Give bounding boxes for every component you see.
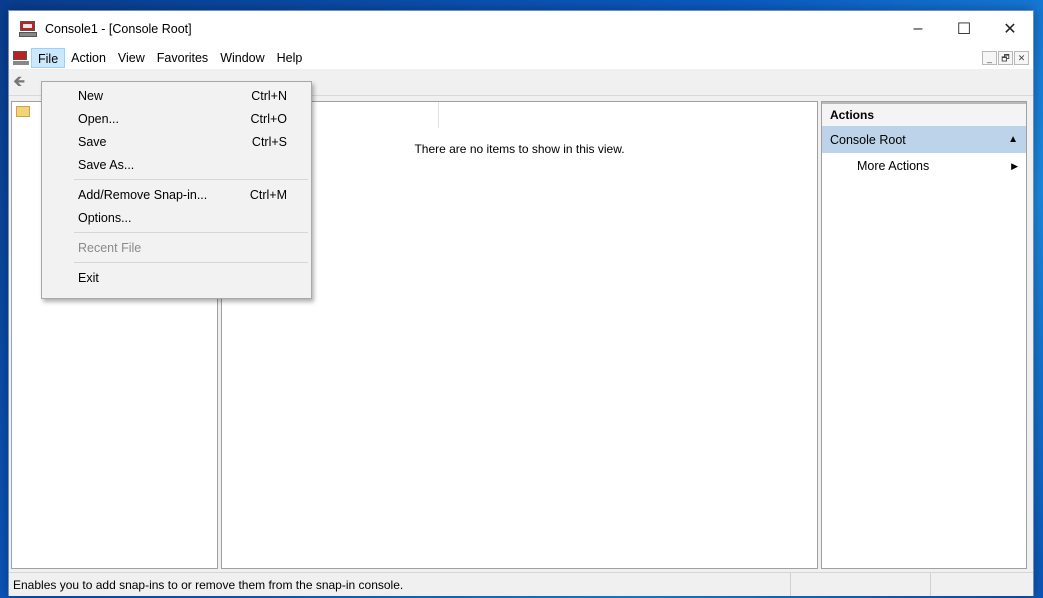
file-menu-save-as[interactable]: Save As... [42, 153, 311, 176]
menu-item-label: Save As... [78, 157, 135, 172]
close-button[interactable]: ✕ [987, 11, 1033, 47]
menu-item-shortcut: Ctrl+O [250, 111, 287, 126]
submenu-arrow-icon: ▶ [1011, 160, 1018, 171]
status-bar: Enables you to add snap-ins to or remove… [9, 572, 1033, 596]
menu-action[interactable]: Action [65, 48, 112, 68]
column-divider[interactable] [438, 102, 439, 128]
title-bar[interactable]: Console1 - [Console Root] – ☐ ✕ [9, 11, 1033, 47]
menu-separator [74, 179, 308, 180]
back-arrow-icon[interactable]: 🡸 [13, 73, 31, 91]
menu-item-label: Options... [78, 210, 132, 225]
file-menu-save[interactable]: Save Ctrl+S [42, 130, 311, 153]
actions-item-more-actions[interactable]: More Actions ▶ [822, 153, 1026, 179]
file-menu-dropdown: New Ctrl+N Open... Ctrl+O Save Ctrl+S Sa… [41, 81, 312, 299]
menu-item-label: Save [78, 134, 107, 149]
mmc-window: Console1 - [Console Root] – ☐ ✕ File Act… [8, 10, 1034, 596]
file-menu-new[interactable]: New Ctrl+N [42, 84, 311, 107]
minimize-button[interactable]: – [895, 11, 941, 47]
status-cell-3 [931, 573, 1033, 596]
menu-item-label: Add/Remove Snap-in... [78, 187, 208, 202]
child-minimize-button[interactable]: _ [982, 51, 997, 65]
folder-icon[interactable] [16, 106, 30, 117]
menu-help[interactable]: Help [271, 48, 309, 68]
menu-window[interactable]: Window [214, 48, 270, 68]
window-title: Console1 - [Console Root] [45, 22, 192, 36]
menu-favorites[interactable]: Favorites [151, 48, 214, 68]
child-window-icon[interactable] [13, 51, 29, 65]
file-menu-add-remove-snap-in[interactable]: Add/Remove Snap-in... Ctrl+M [42, 183, 311, 206]
actions-pane: Actions Console Root ▲ More Actions ▶ [821, 101, 1027, 569]
file-menu-exit[interactable]: Exit [42, 266, 311, 289]
menu-item-shortcut: Ctrl+N [251, 88, 287, 103]
child-restore-button[interactable]: 🗗 [998, 51, 1013, 65]
menu-bar: File Action View Favorites Window Help _… [9, 47, 1033, 69]
actions-item-label: More Actions [857, 159, 930, 173]
menu-item-shortcut: Ctrl+M [249, 187, 287, 202]
menu-item-label: Exit [78, 270, 99, 285]
status-cell-2 [791, 573, 931, 596]
child-close-button[interactable]: ✕ [1014, 51, 1029, 65]
actions-section-console-root[interactable]: Console Root ▲ [822, 126, 1026, 153]
actions-section-label: Console Root [830, 132, 906, 147]
status-text: Enables you to add snap-ins to or remove… [9, 573, 791, 596]
collapse-up-icon[interactable]: ▲ [1008, 134, 1018, 145]
menu-view[interactable]: View [112, 48, 151, 68]
actions-header: Actions [822, 102, 1026, 126]
mmc-console-icon [19, 21, 37, 37]
menu-file[interactable]: File [31, 48, 66, 68]
menu-separator [74, 262, 308, 263]
file-menu-open[interactable]: Open... Ctrl+O [42, 107, 311, 130]
menu-item-shortcut: Ctrl+S [251, 134, 287, 149]
file-menu-options[interactable]: Options... [42, 206, 311, 229]
menu-item-label: Recent File [78, 240, 142, 255]
menu-item-label: New [78, 88, 104, 103]
file-menu-recent-file: Recent File [42, 236, 311, 259]
menu-separator [74, 232, 308, 233]
maximize-button[interactable]: ☐ [941, 11, 987, 47]
menu-item-label: Open... [78, 111, 119, 126]
